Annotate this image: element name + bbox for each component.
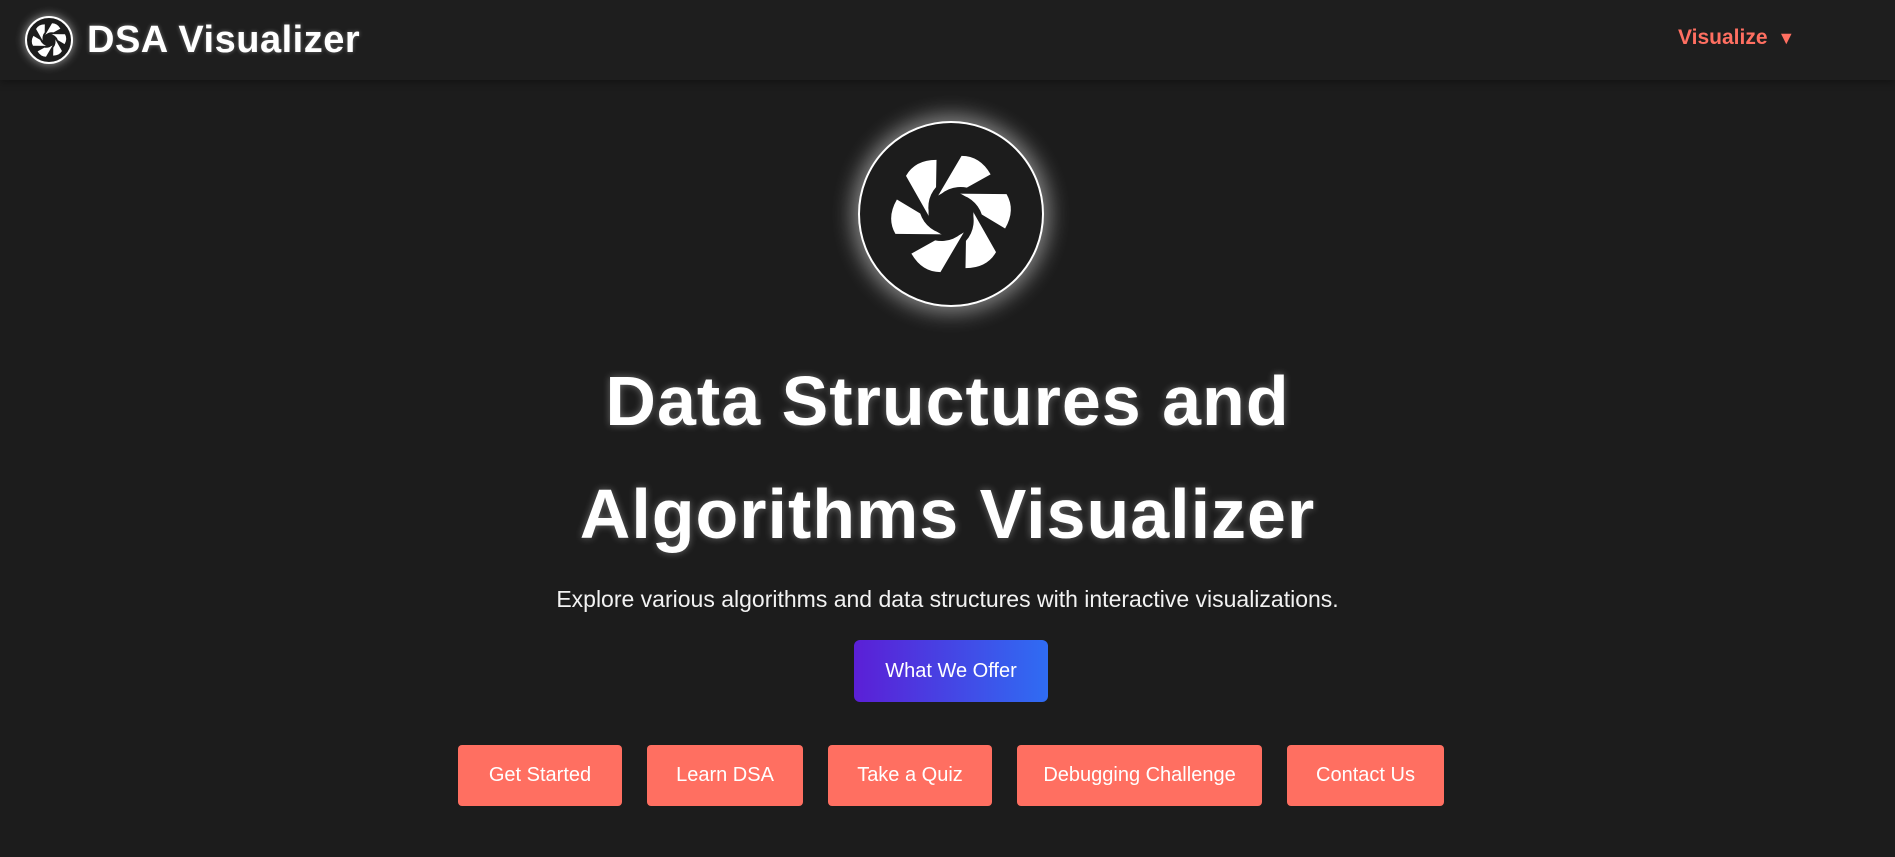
what-we-offer-button[interactable]: What We Offer (854, 640, 1048, 702)
hero-subtitle: Explore various algorithms and data stru… (556, 586, 1339, 612)
caret-down-icon: ▼ (1777, 28, 1796, 48)
brand-link[interactable]: DSA Visualizer (25, 14, 360, 66)
action-buttons: Get Started Learn DSA Take a Quiz Debugg… (0, 745, 1895, 806)
navbar: DSA Visualizer Visualize ▼ (0, 0, 1895, 80)
contact-us-button[interactable]: Contact Us (1287, 745, 1444, 806)
take-quiz-button[interactable]: Take a Quiz (828, 745, 992, 806)
page-title-line-2: Algorithms Visualizer (579, 475, 1316, 553)
aperture-icon (25, 16, 73, 64)
page-title-line-1: Data Structures and (605, 362, 1290, 440)
aperture-icon (858, 121, 1044, 307)
debugging-challenge-button[interactable]: Debugging Challenge (1017, 745, 1262, 806)
visualize-menu[interactable]: Visualize ▼ (1678, 26, 1795, 50)
page-title: Data Structures and Algorithms Visualize… (0, 345, 1895, 571)
brand-title: DSA Visualizer (87, 18, 361, 61)
get-started-button[interactable]: Get Started (458, 745, 622, 806)
visualize-menu-label: Visualize (1678, 26, 1768, 49)
learn-dsa-button[interactable]: Learn DSA (647, 745, 803, 806)
